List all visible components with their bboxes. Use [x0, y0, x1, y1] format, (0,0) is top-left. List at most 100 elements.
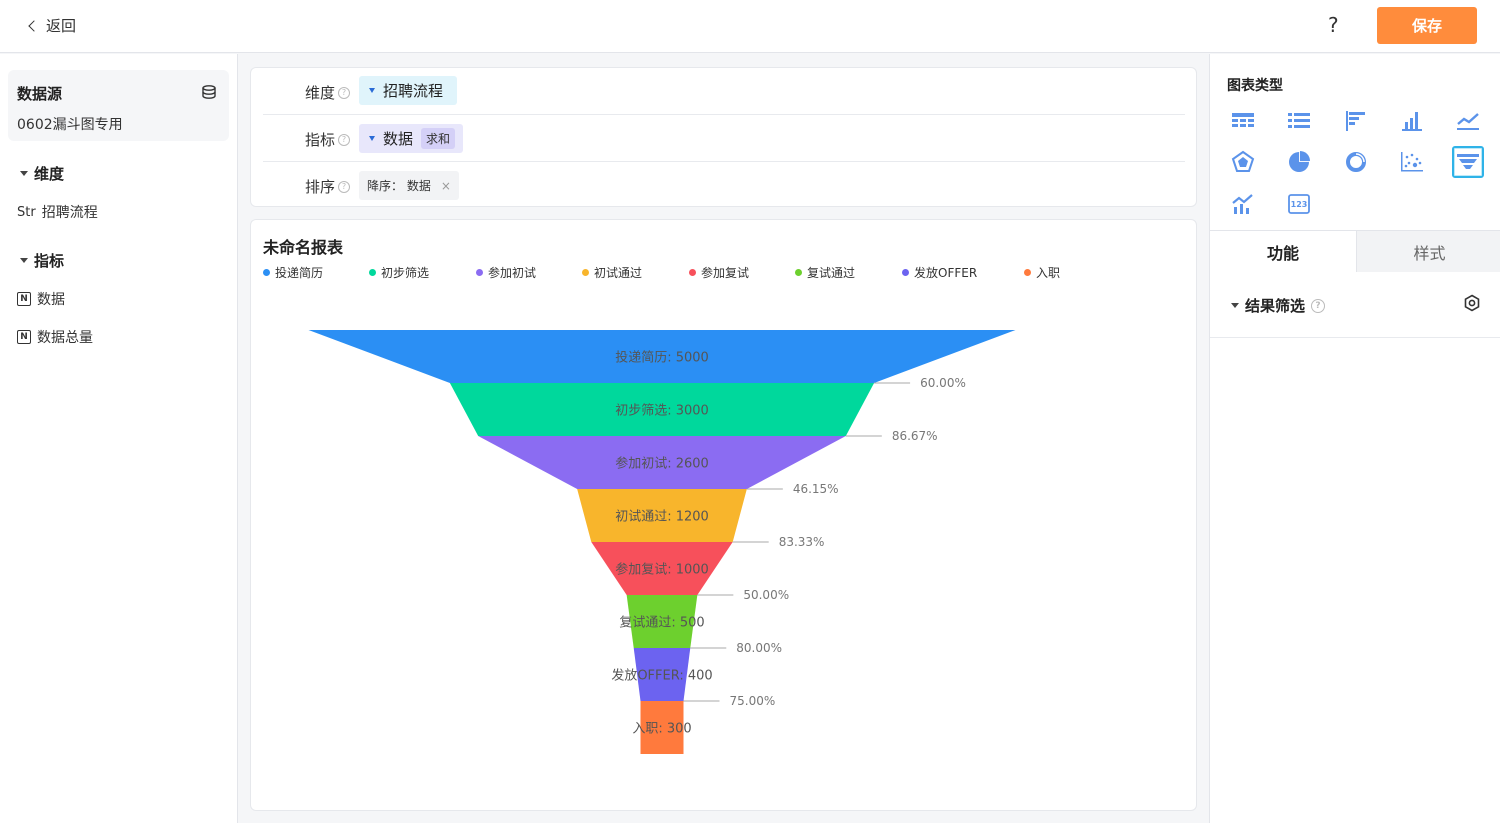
metric-field-label: 数据总量	[37, 330, 93, 346]
back-label: 返回	[46, 17, 77, 35]
dimension-row-label: 维度 ?	[305, 82, 351, 103]
help-circle-icon[interactable]: ?	[338, 133, 351, 146]
dimension-label-text: 维度	[305, 84, 336, 102]
legend-item[interactable]: 参加复试	[689, 264, 749, 281]
bar-horizontal-icon[interactable]	[1340, 105, 1372, 137]
metric-row-label: 指标 ?	[305, 129, 351, 150]
metric-label-text: 指标	[305, 131, 336, 149]
combo-icon[interactable]	[1227, 188, 1259, 220]
dimension-pill-label: 招聘流程	[383, 82, 444, 100]
legend-label: 初试通过	[594, 266, 643, 280]
legend-dot	[263, 269, 270, 276]
funnel-data-label: 参加初试: 2600	[615, 456, 709, 472]
table-icon[interactable]	[1227, 105, 1259, 137]
legend-label: 参加复试	[701, 266, 750, 280]
settings-tabs: 功能 样式	[1210, 230, 1500, 272]
scatter-icon[interactable]	[1396, 146, 1428, 178]
funnel-segment[interactable]	[449, 383, 875, 436]
pie-icon[interactable]	[1283, 146, 1315, 178]
metric-pill-label: 数据	[383, 130, 414, 148]
metric-pill[interactable]: 数据 求和	[359, 124, 464, 153]
chart-panel: 未命名报表 投递简历 初步筛选 参加初试 初试通过 参加复试 复试通过 发放OFFER 入职 …	[250, 219, 1197, 811]
metric-section-toggle[interactable]: 指标	[20, 250, 64, 271]
funnel-segment[interactable]	[626, 595, 698, 648]
result-filter-row[interactable]: 结果筛选 ?	[1210, 272, 1500, 338]
sort-row-label: 排序 ?	[305, 176, 351, 197]
dimension-pill[interactable]: 招聘流程	[359, 76, 458, 105]
legend-label: 入职	[1036, 266, 1061, 280]
datasource-name: 0602漏斗图专用	[17, 117, 123, 133]
result-filter-label: 结果筛选 ?	[1231, 295, 1326, 316]
metric-field-item[interactable]: N 数据	[17, 289, 65, 309]
legend-item[interactable]: 入职	[1024, 264, 1060, 281]
legend-label: 复试通过	[807, 266, 856, 280]
legend-label: 发放OFFER	[914, 266, 978, 280]
legend-dot	[689, 269, 696, 276]
metric-section-label: 指标	[34, 252, 65, 270]
help-circle-icon[interactable]: ?	[338, 180, 351, 193]
number-card-icon[interactable]: 123	[1283, 188, 1315, 220]
settings-icon[interactable]	[1463, 294, 1481, 316]
conversion-rate-label: 86.67%	[892, 429, 938, 443]
line-icon[interactable]	[1452, 105, 1484, 137]
help-circle-icon[interactable]: ?	[1311, 298, 1326, 313]
sort-chip-label: 降序： 数据	[367, 179, 431, 193]
caret-down-icon	[20, 258, 28, 263]
funnel-chart: 投递简历: 5000 60.00% 初步筛选: 3000 86.67% 参加初试: 26…	[308, 330, 1016, 754]
legend-label: 参加初试	[488, 266, 537, 280]
aggregation-badge[interactable]: 求和	[421, 128, 456, 149]
legend-item[interactable]: 复试通过	[795, 264, 855, 281]
legend-item[interactable]: 参加初试	[476, 264, 536, 281]
legend-dot	[902, 269, 909, 276]
funnel-icon[interactable]	[1452, 146, 1484, 178]
donut-icon[interactable]	[1340, 146, 1372, 178]
bar-vertical-icon[interactable]	[1396, 105, 1428, 137]
funnel-segment[interactable]	[633, 648, 691, 701]
tab-style[interactable]: 样式	[1356, 231, 1500, 272]
svg-text:123: 123	[1291, 200, 1308, 209]
number-type-icon: N	[17, 292, 31, 306]
legend-dot	[582, 269, 589, 276]
funnel-segment[interactable]	[591, 542, 733, 595]
back-button[interactable]: 返回	[28, 15, 77, 36]
list-icon[interactable]	[1283, 105, 1315, 137]
close-icon[interactable]: ×	[441, 179, 451, 193]
legend-item[interactable]: 投递简历	[263, 264, 323, 281]
dimension-field-item[interactable]: Str 招聘流程	[17, 202, 98, 222]
datasource-card[interactable]: 数据源 0602漏斗图专用	[8, 70, 229, 141]
sort-chip[interactable]: 降序： 数据 ×	[359, 171, 459, 200]
dimension-section-toggle[interactable]: 维度	[20, 163, 64, 184]
funnel-segment[interactable]	[640, 701, 684, 754]
conversion-rate-label: 50.00%	[743, 588, 789, 602]
top-bar: 返回 ? 保存	[0, 0, 1500, 53]
dimension-field-label: 招聘流程	[41, 205, 98, 221]
help-button[interactable]: ?	[1328, 13, 1339, 37]
dimension-row: 维度 ? 招聘流程	[263, 68, 1185, 115]
database-icon[interactable]	[201, 84, 217, 104]
legend-item[interactable]: 初试通过	[582, 264, 642, 281]
funnel-segment[interactable]	[308, 330, 1016, 383]
sort-label-text: 排序	[305, 178, 336, 196]
result-filter-text: 结果筛选	[1245, 297, 1306, 315]
legend-item[interactable]: 发放OFFER	[902, 264, 977, 281]
funnel-data-label: 参加复试: 1000	[615, 562, 709, 578]
legend-dot	[1024, 269, 1031, 276]
caret-down-icon	[369, 88, 375, 93]
funnel-segment[interactable]	[478, 436, 846, 489]
number-type-icon: N	[17, 330, 31, 344]
conversion-rate-label: 46.15%	[793, 482, 839, 496]
legend-dot	[369, 269, 376, 276]
funnel-data-label: 投递简历: 5000	[615, 350, 709, 366]
legend-item[interactable]: 初步筛选	[369, 264, 429, 281]
help-circle-icon[interactable]: ?	[338, 86, 351, 99]
config-panel: 维度 ? 招聘流程 指标 ? 数据 求和 排序 ? 降序： 数据 ×	[250, 67, 1197, 207]
tab-function[interactable]: 功能	[1210, 231, 1356, 272]
radar-icon[interactable]	[1227, 146, 1259, 178]
metric-field-label: 数据	[37, 292, 65, 308]
save-button[interactable]: 保存	[1377, 7, 1477, 44]
funnel-data-label: 初试通过: 1200	[615, 510, 709, 525]
metric-field-item[interactable]: N 数据总量	[17, 327, 93, 347]
funnel-segment[interactable]	[577, 489, 747, 542]
caret-down-icon	[20, 171, 28, 176]
chevron-left-icon	[28, 19, 40, 32]
